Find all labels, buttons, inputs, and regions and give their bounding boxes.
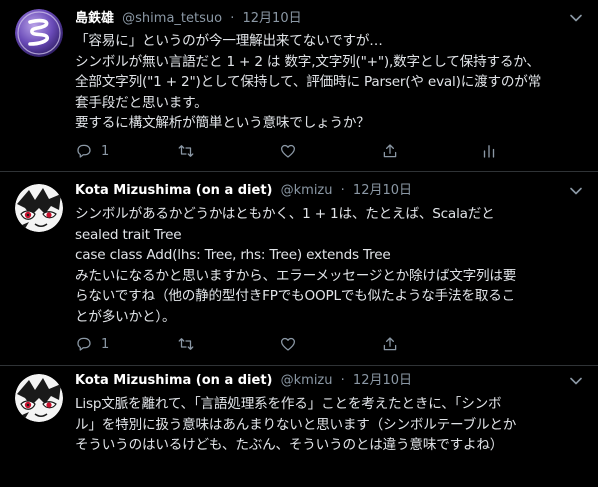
reply-count: 1 bbox=[101, 336, 110, 352]
like-icon bbox=[280, 144, 296, 158]
character-avatar-icon bbox=[15, 184, 63, 232]
chevron-down-icon[interactable] bbox=[568, 373, 584, 389]
author-handle[interactable]: @kmizu bbox=[281, 373, 333, 388]
author-name[interactable]: Kota Mizushima (on a diet) bbox=[75, 183, 272, 198]
share-button[interactable] bbox=[381, 141, 399, 161]
like-button[interactable] bbox=[279, 334, 297, 354]
analytics-button[interactable] bbox=[480, 141, 498, 161]
author-handle[interactable]: @kmizu bbox=[281, 183, 333, 198]
tweet-actions: 1 bbox=[75, 141, 505, 161]
tweet-text: 「容易に」というのが今一理解出来てないですが… シンボルが無い言語だと 1 + … bbox=[75, 31, 586, 134]
tweet-text: シンボルがあるかどうかはともかく、1 + 1は、たとえば、Scalaだと sea… bbox=[75, 204, 586, 327]
tweet[interactable]: 島鉄雄 @shima_tetsuo · 12月10日 「容易に」というのが今一理… bbox=[0, 0, 598, 172]
tweet-header: Kota Mizushima (on a diet) @kmizu · 12月1… bbox=[75, 181, 554, 201]
tweet-text-line: 全部文字列("1 + 2")として保持して、評価時に Parser(や eval… bbox=[75, 74, 542, 90]
author-name[interactable]: 島鉄雄 bbox=[75, 11, 114, 26]
tweet-text-line: シンボルがあるかどうかはともかく、1 + 1は、たとえば、Scalaだと bbox=[75, 206, 495, 222]
tweet-text-line: 套手段だと思います。 bbox=[75, 94, 208, 111]
tweet-text-line: 要するに構文解析が簡単という意味でしょうか？ bbox=[75, 115, 370, 131]
tweet-text-line: とが多いかと）。 bbox=[75, 308, 176, 325]
retweet-button[interactable] bbox=[177, 334, 195, 354]
separator: · bbox=[340, 183, 345, 198]
tweet-date[interactable]: 12月10日 bbox=[243, 11, 302, 26]
tweet-text-line: ル」を特別に扱う意味はあんまりないと思います（シンボルテーブルとか bbox=[75, 416, 517, 433]
tweet-text-line: case class Add(lhs: Tree, rhs: Tree) ext… bbox=[75, 247, 391, 263]
retweet-button[interactable] bbox=[177, 141, 195, 161]
reply-icon bbox=[77, 144, 91, 158]
retweet-icon bbox=[178, 338, 194, 350]
tweet[interactable]: Kota Mizushima (on a diet) @kmizu · 12月1… bbox=[0, 366, 598, 487]
avatar[interactable] bbox=[15, 9, 63, 57]
tweet[interactable]: Kota Mizushima (on a diet) @kmizu · 12月1… bbox=[0, 172, 598, 366]
share-icon bbox=[383, 337, 397, 351]
share-button[interactable] bbox=[381, 334, 399, 354]
tweet-text: Lisp文脈を離れて、「言語処理系を作る」ことを考えたときに、「シンボ ル」を特… bbox=[75, 394, 586, 456]
tweet-date[interactable]: 12月10日 bbox=[353, 183, 412, 198]
tweet-text-line: Lisp文脈を離れて、「言語処理系を作る」ことを考えたときに、「シンボ bbox=[75, 396, 502, 412]
tweet-text-line: らないですね（他の静的型付きFPでもOOPLでも似たような手法を取るこ bbox=[75, 288, 515, 304]
tweet-actions: 1 bbox=[75, 334, 505, 354]
emacs-logo-icon bbox=[15, 9, 63, 57]
reply-button[interactable]: 1 bbox=[75, 141, 109, 161]
chevron-down-icon[interactable] bbox=[568, 183, 584, 199]
author-name[interactable]: Kota Mizushima (on a diet) bbox=[75, 373, 272, 388]
tweet-text-line: シンボルが無い言語だと 1 + 2 は 数字,文字列("+"),数字として保持す… bbox=[75, 53, 540, 70]
separator: · bbox=[230, 11, 235, 26]
tweet-text-line: sealed trait Tree bbox=[75, 226, 182, 243]
stats-icon bbox=[483, 145, 495, 158]
avatar[interactable] bbox=[15, 184, 63, 232]
share-icon bbox=[383, 144, 397, 158]
reply-count: 1 bbox=[101, 143, 110, 159]
like-button[interactable] bbox=[279, 141, 297, 161]
like-icon bbox=[280, 337, 296, 351]
separator: · bbox=[340, 373, 345, 388]
chevron-down-icon[interactable] bbox=[568, 10, 584, 26]
character-avatar-icon bbox=[15, 374, 63, 422]
tweet-text-line: みたいになるかと思いますから、エラーメッセージとか除けば文字列は要 bbox=[75, 267, 517, 284]
tweet-text-line: そういうのはいるけども、たぶん、そういうのとは違う意味ですよね） bbox=[75, 437, 504, 453]
tweet-text-line: 「容易に」というのが今一理解出来てないですが… bbox=[75, 33, 383, 49]
reply-icon bbox=[77, 337, 91, 351]
tweet-header: 島鉄雄 @shima_tetsuo · 12月10日 bbox=[75, 9, 554, 29]
retweet-icon bbox=[178, 145, 194, 157]
tweet-date[interactable]: 12月10日 bbox=[353, 373, 412, 388]
avatar[interactable] bbox=[15, 374, 63, 422]
reply-button[interactable]: 1 bbox=[75, 334, 109, 354]
author-handle[interactable]: @shima_tetsuo bbox=[122, 11, 222, 26]
tweet-header: Kota Mizushima (on a diet) @kmizu · 12月1… bbox=[75, 371, 554, 391]
